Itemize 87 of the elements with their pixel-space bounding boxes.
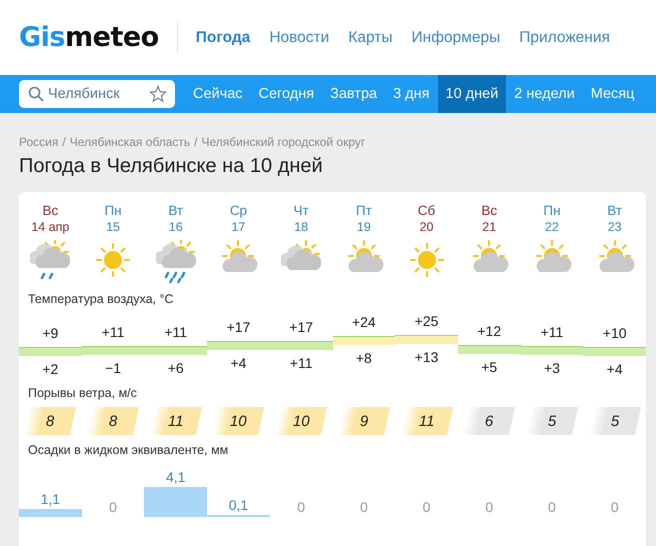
weekday: Пт bbox=[356, 203, 372, 218]
precipitation-value: 0,1 bbox=[228, 497, 250, 513]
date: 18 bbox=[294, 220, 308, 234]
weekday: Вт bbox=[607, 203, 622, 218]
precipitation-value: 4,1 bbox=[165, 469, 186, 485]
search-field[interactable]: Челябинск bbox=[19, 80, 175, 108]
min-temperature: +3 bbox=[542, 360, 561, 376]
precipitation-value: 0 bbox=[108, 499, 118, 515]
weekday: Вт bbox=[168, 203, 184, 218]
period-tab[interactable]: 2 недели bbox=[506, 75, 583, 113]
period-tab[interactable]: Завтра bbox=[322, 75, 386, 113]
min-temperature: +13 bbox=[414, 349, 440, 365]
precipitation-value: 1,1 bbox=[40, 491, 62, 507]
max-temperature: +11 bbox=[100, 324, 126, 340]
star-icon[interactable] bbox=[149, 85, 167, 103]
weekday: Пн bbox=[104, 203, 122, 218]
search-icon bbox=[28, 86, 44, 102]
nav-link[interactable]: Новости bbox=[269, 28, 330, 46]
date: 23 bbox=[608, 220, 622, 234]
weather-icon bbox=[156, 240, 196, 284]
wind-gust: 11 bbox=[150, 407, 202, 435]
weekday: Вс bbox=[42, 203, 58, 218]
date: 15 bbox=[106, 220, 120, 234]
period-tab[interactable]: 3 дня bbox=[385, 75, 438, 113]
max-temperature: +10 bbox=[602, 325, 628, 341]
wind-gust: 5 bbox=[526, 407, 578, 435]
precipitation-value: 0 bbox=[296, 499, 306, 515]
min-temperature: +2 bbox=[41, 361, 60, 377]
date: 14 апр bbox=[31, 220, 70, 234]
period-tab[interactable]: 10 дней bbox=[438, 75, 506, 113]
max-temperature: +17 bbox=[226, 319, 252, 335]
max-temperature: +11 bbox=[540, 324, 564, 340]
breadcrumb-link[interactable]: Россия bbox=[19, 135, 58, 149]
page-title: Погода в Челябинске на 10 дней bbox=[19, 155, 324, 178]
max-temperature: +11 bbox=[163, 324, 188, 340]
precipitation-value: 0 bbox=[484, 499, 494, 515]
wind-gust: 11 bbox=[400, 407, 452, 435]
min-temperature: −1 bbox=[104, 360, 122, 376]
precipitation-value: 0 bbox=[422, 499, 432, 515]
nav-link[interactable]: Погода bbox=[196, 28, 250, 46]
breadcrumb-link[interactable]: Челябинская область bbox=[70, 135, 190, 149]
weekday: Чт bbox=[294, 203, 309, 218]
section-label: Порывы ветра, м/с bbox=[28, 386, 138, 400]
min-temperature: +4 bbox=[606, 361, 624, 377]
precipitation-value: 0 bbox=[547, 499, 557, 515]
max-temperature: +24 bbox=[350, 314, 377, 330]
date: 16 bbox=[168, 220, 183, 234]
min-temperature: +4 bbox=[229, 355, 248, 371]
breadcrumb-link[interactable]: Челябинский городской округ bbox=[201, 135, 366, 149]
weekday: Вс bbox=[481, 203, 498, 218]
nav-link[interactable]: Информеры bbox=[412, 28, 500, 46]
wind-gust: 9 bbox=[338, 407, 390, 435]
wind-gust: 8 bbox=[24, 407, 76, 435]
max-temperature: +25 bbox=[414, 313, 440, 329]
precipitation-value: 0 bbox=[610, 499, 620, 515]
section-label: Осадки в жидком эквиваленте, мм bbox=[28, 443, 230, 457]
wind-gust: 8 bbox=[87, 407, 139, 435]
nav-link[interactable]: Приложения bbox=[519, 28, 610, 46]
date: 17 bbox=[231, 220, 246, 234]
precipitation-value: 0 bbox=[358, 499, 369, 515]
precipitation-bar bbox=[19, 509, 82, 517]
min-temperature: +8 bbox=[354, 350, 373, 366]
date: 22 bbox=[544, 220, 559, 234]
period-tab[interactable]: Месяц bbox=[582, 75, 642, 113]
wind-gust: 6 bbox=[463, 407, 516, 435]
wind-gust: 10 bbox=[212, 407, 264, 435]
nav-link[interactable]: Карты bbox=[348, 28, 392, 46]
wind-gust: 5 bbox=[588, 407, 641, 435]
max-temperature: +12 bbox=[476, 323, 502, 339]
logo[interactable]: Gismeteo bbox=[19, 22, 159, 53]
date: 20 bbox=[420, 220, 434, 234]
period-tab[interactable]: Сейчас bbox=[185, 75, 251, 113]
date: 21 bbox=[482, 220, 496, 234]
period-tab[interactable]: Сегодня bbox=[250, 75, 322, 113]
weekday: Сб bbox=[418, 203, 436, 218]
breadcrumb-separator: / bbox=[194, 135, 198, 149]
section-label: Температура воздуха, °C bbox=[28, 292, 175, 306]
min-temperature: +11 bbox=[288, 355, 314, 371]
min-temperature: +6 bbox=[166, 360, 185, 376]
max-temperature: +17 bbox=[288, 319, 314, 335]
min-temperature: +5 bbox=[480, 359, 498, 375]
breadcrumb-separator: / bbox=[62, 135, 66, 149]
weekday: Ср bbox=[230, 203, 248, 218]
wind-gust: 10 bbox=[275, 407, 328, 435]
date: 19 bbox=[356, 220, 371, 234]
weekday: Пн bbox=[543, 203, 561, 218]
max-temperature: +9 bbox=[41, 325, 60, 341]
